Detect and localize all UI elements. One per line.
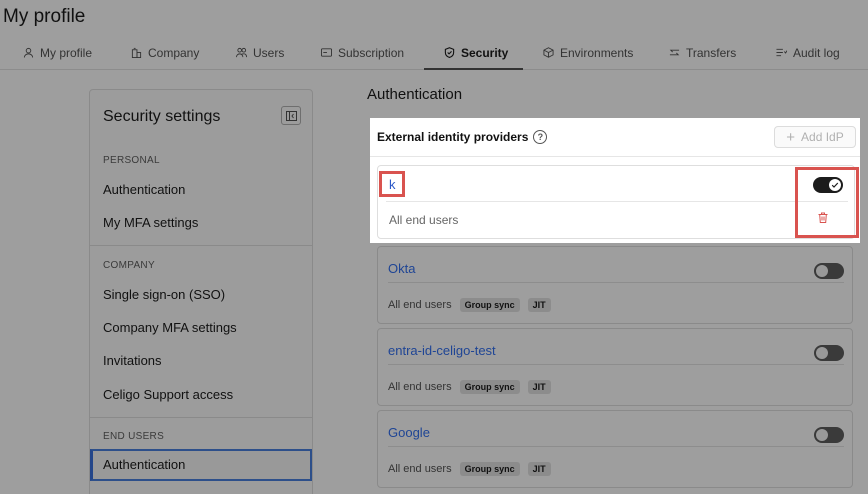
idp-scope: All end users [388,463,452,475]
external-idp-panel: External identity providers ? + Add IdP … [370,118,860,243]
collapse-sidebar-button[interactable] [281,106,301,125]
divider [90,417,312,418]
page-title: My profile [3,6,86,27]
divider [388,364,844,365]
tab-subscription[interactable]: Subscription [321,46,404,70]
sidebar-item-celigo-support-access[interactable]: Celigo Support access [103,387,233,402]
tag-jit: JIT [527,462,551,476]
tab-transfers[interactable]: Transfers [669,46,736,70]
idp-name-link[interactable]: Okta [388,261,415,276]
divider [90,245,312,246]
sidebar-item-label: Authentication [103,457,186,472]
user-icon [23,47,34,58]
panel-header: External identity providers ? [377,130,548,144]
tag-jit: JIT [527,380,551,394]
toggle-knob [816,347,828,359]
sidebar-item-my-mfa-settings[interactable]: My MFA settings [103,215,198,230]
sidebar-title: Security settings [103,108,221,125]
tab-label: Subscription [338,46,405,60]
idp-name-link[interactable]: entra-id-celigo-test [388,343,496,358]
transfer-icon [669,49,680,56]
plus-icon: + [786,128,796,146]
idp-card-entra: entra-id-celigo-test All end users Group… [377,328,853,406]
idp-details: All end users Group sync JIT [388,380,551,394]
cube-icon [543,47,554,58]
idp-name-link[interactable]: Google [388,425,430,440]
tab-label: Audit log [793,46,840,60]
tab-label: My profile [40,46,93,60]
security-settings-sidebar: Security settings PERSONAL Authenticatio… [89,89,313,494]
sidebar-item-invitations[interactable]: Invitations [103,353,162,368]
add-idp-button[interactable]: + Add IdP [774,126,856,148]
idp-details: All end users Group sync JIT [388,462,551,476]
sidebar-item-end-users-authentication[interactable]: Authentication [90,449,312,481]
tab-company[interactable]: Company [131,46,199,70]
shield-icon [444,47,455,58]
idp-enable-toggle[interactable] [814,427,844,443]
idp-scope: All end users [389,213,459,227]
tab-my-profile[interactable]: My profile [23,46,92,70]
sidebar-item-company-mfa-settings[interactable]: Company MFA settings [103,320,237,335]
sidebar-item-sso[interactable]: Single sign-on (SSO) [103,287,225,302]
divider [388,282,844,283]
tag-group-sync: Group sync [459,462,520,476]
collapse-icon [285,110,297,121]
section-label-company: COMPANY [103,260,155,271]
tag-group-sync: Group sync [459,380,520,394]
tab-label: Security [461,46,509,60]
idp-scope: All end users [388,299,452,311]
tag-group-sync: Group sync [459,298,520,312]
help-icon[interactable]: ? [533,130,548,144]
highlight-box-idp-name [379,171,405,197]
tab-bar: My profile Company Users Subscription Se… [0,40,868,70]
divider [386,201,848,202]
card-icon [321,48,332,57]
tag-jit: JIT [527,298,551,312]
tab-label: Company [148,46,200,60]
section-heading: Authentication [367,86,463,103]
tab-environments[interactable]: Environments [543,46,633,70]
tab-audit-log[interactable]: Audit log [776,46,840,70]
building-icon [131,47,142,58]
tab-label: Users [253,46,285,60]
tab-security[interactable]: Security [424,46,523,70]
idp-scope: All end users [388,381,452,393]
list-icon [776,48,787,57]
idp-details: All end users Group sync JIT [388,298,551,312]
idp-enable-toggle[interactable] [814,263,844,279]
sidebar-item-authentication[interactable]: Authentication [103,182,185,197]
toggle-knob [816,265,828,277]
tab-label: Transfers [686,46,737,60]
users-icon [236,47,247,58]
section-label-personal: PERSONAL [103,155,160,166]
tab-label: Environments [560,46,634,60]
divider [388,446,844,447]
add-idp-label: Add IdP [801,130,844,144]
panel-title: External identity providers [377,130,529,144]
idp-card-google: Google All end users Group sync JIT [377,410,853,488]
highlight-box-idp-actions [795,167,859,238]
toggle-knob [816,429,828,441]
idp-card-okta: Okta All end users Group sync JIT [377,246,853,324]
idp-card-k: k All end users [377,165,855,239]
idp-enable-toggle[interactable] [814,345,844,361]
divider [370,156,860,157]
tab-users[interactable]: Users [236,46,284,70]
section-label-end-users: END USERS [103,431,165,442]
